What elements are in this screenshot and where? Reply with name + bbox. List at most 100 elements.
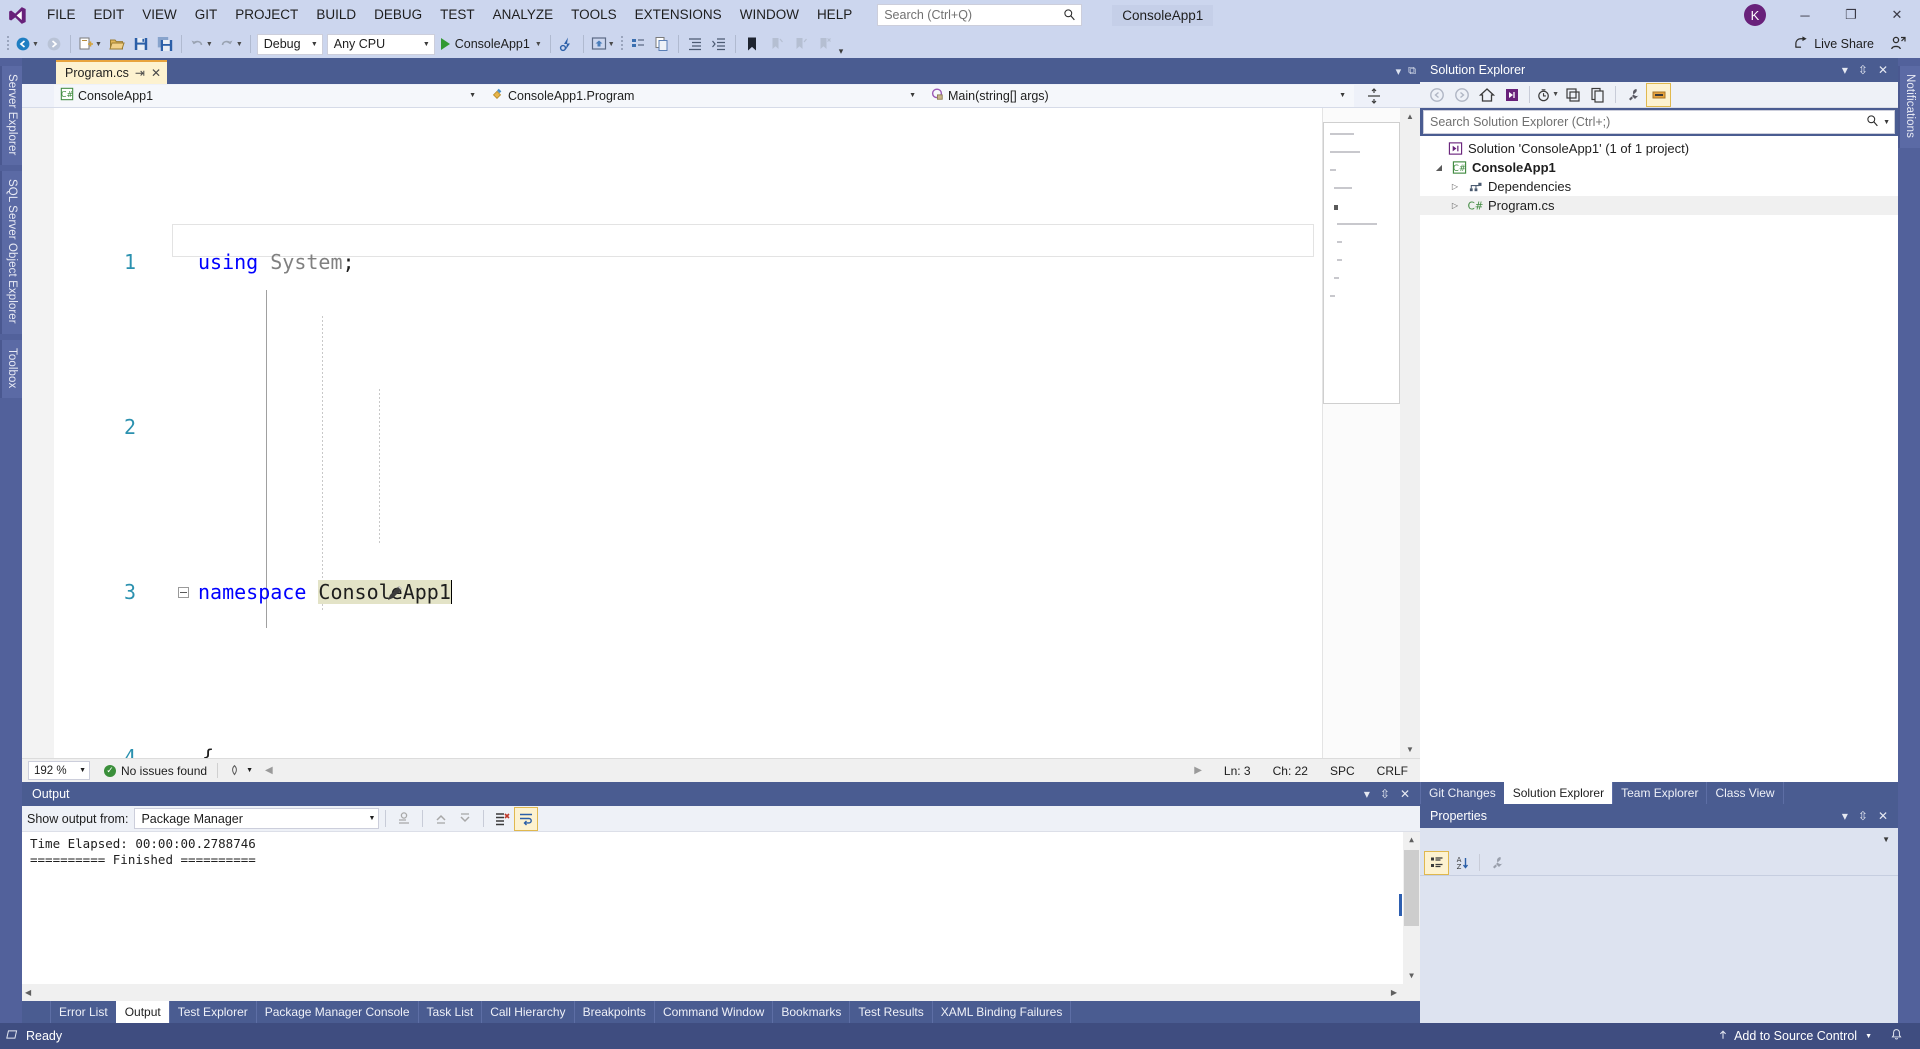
previous-bookmark-button[interactable] xyxy=(765,33,787,55)
menu-build[interactable]: BUILD xyxy=(307,3,365,27)
close-icon[interactable]: ✕ xyxy=(1878,63,1888,77)
toolbar-overflow-button[interactable]: ▾ xyxy=(839,46,844,58)
scroll-left-icon[interactable]: ◀ xyxy=(25,988,31,997)
tree-item-solution[interactable]: Solution 'ConsoleApp1' (1 of 1 project) xyxy=(1420,139,1898,158)
tab-solution-explorer[interactable]: Solution Explorer xyxy=(1503,782,1614,804)
collapse-all-button[interactable] xyxy=(1561,84,1584,106)
property-pages-button[interactable] xyxy=(1486,852,1509,874)
tab-team-explorer[interactable]: Team Explorer xyxy=(1612,782,1708,804)
expander-icon[interactable]: ▷ xyxy=(1448,182,1462,191)
tab-command-window[interactable]: Command Window xyxy=(653,1001,774,1023)
close-icon[interactable]: ✕ xyxy=(151,66,161,80)
solution-explorer-tree[interactable]: Solution 'ConsoleApp1' (1 of 1 project) … xyxy=(1420,136,1898,782)
solution-platform-combo[interactable]: Any CPU ▼ xyxy=(326,33,435,55)
live-share-button[interactable]: Live Share xyxy=(1788,32,1880,56)
close-icon[interactable]: ✕ xyxy=(1878,809,1888,823)
toolbar-grip[interactable] xyxy=(618,35,626,53)
properties-grid[interactable] xyxy=(1420,876,1898,1023)
menu-test[interactable]: TEST xyxy=(431,3,484,27)
split-view-icon[interactable] xyxy=(1354,87,1394,104)
toggle-word-wrap-button[interactable] xyxy=(514,806,539,831)
pin-icon[interactable]: ⇳ xyxy=(1858,809,1868,823)
go-to-next-message-button[interactable] xyxy=(454,808,476,830)
next-bookmark-button[interactable] xyxy=(789,33,811,55)
tab-task-list[interactable]: Task List xyxy=(417,1001,483,1023)
user-avatar[interactable]: K xyxy=(1744,4,1766,26)
issues-indicator[interactable]: ✓ No issues found xyxy=(104,764,207,778)
forward-button[interactable] xyxy=(1450,84,1473,106)
pin-icon[interactable]: ⇥ xyxy=(135,66,145,80)
toggle-bookmark-button[interactable] xyxy=(741,33,763,55)
save-all-button[interactable] xyxy=(154,33,176,55)
menu-git[interactable]: GIT xyxy=(186,3,227,27)
sidebar-tab-server-explorer[interactable]: Server Explorer xyxy=(0,66,22,166)
menu-extensions[interactable]: EXTENSIONS xyxy=(626,3,731,27)
scroll-up-icon[interactable]: ▲ xyxy=(1400,108,1420,125)
sidebar-tab-sql-server-object-explorer[interactable]: SQL Server Object Explorer xyxy=(0,171,22,335)
editor-zoom-combo[interactable]: 192 % ▼ xyxy=(28,761,90,780)
scroll-down-icon[interactable]: ▼ xyxy=(1400,741,1420,758)
code-surface[interactable]: 1 using System; 2 3 namespace ConsoleApp… xyxy=(54,108,1322,758)
pin-icon[interactable]: ⇳ xyxy=(1858,63,1868,77)
open-file-button[interactable] xyxy=(106,33,128,55)
dropdown-icon[interactable]: ▾ xyxy=(1842,809,1848,823)
pending-changes-button[interactable] xyxy=(1500,84,1523,106)
home-button[interactable] xyxy=(1475,84,1498,106)
sync-with-active-document-button[interactable]: ▼ xyxy=(1536,84,1559,106)
tab-call-hierarchy[interactable]: Call Hierarchy xyxy=(481,1001,575,1023)
pin-icon[interactable]: ⇳ xyxy=(1380,787,1390,801)
search-input[interactable] xyxy=(884,8,1064,22)
tree-item-program-cs[interactable]: ▷ C# Program.cs xyxy=(1420,196,1898,215)
undo-button[interactable]: ▼ xyxy=(187,33,215,55)
navbar-project-combo[interactable]: C# ConsoleApp1 ▼ xyxy=(54,84,484,107)
sidebar-tab-toolbox[interactable]: Toolbox xyxy=(0,340,22,399)
clear-bookmarks-button[interactable] xyxy=(813,33,835,55)
properties-button[interactable] xyxy=(1622,84,1645,106)
tree-item-dependencies[interactable]: ▷ Dependencies xyxy=(1420,177,1898,196)
tab-git-changes[interactable]: Git Changes xyxy=(1420,782,1505,804)
dropdown-icon[interactable]: ▾ xyxy=(1842,63,1848,77)
scroll-up-icon[interactable]: ▲ xyxy=(1403,832,1420,848)
tab-package-manager-console[interactable]: Package Manager Console xyxy=(255,1001,419,1023)
solution-search-input[interactable] xyxy=(1430,115,1867,129)
live-visual-tree-button[interactable]: ▼ xyxy=(589,33,617,55)
alphabetical-sort-button[interactable]: AZ xyxy=(1450,852,1473,874)
chevron-down-icon[interactable]: ▾ xyxy=(1396,65,1402,78)
expander-icon[interactable]: ▷ xyxy=(1448,201,1462,210)
maximize-button[interactable]: ❐ xyxy=(1828,0,1874,30)
redo-button[interactable]: ▼ xyxy=(217,33,245,55)
menu-file[interactable]: FILE xyxy=(38,3,85,27)
output-text-area[interactable]: Time Elapsed: 00:00:00.2788746 =========… xyxy=(22,832,1420,984)
comment-selection-button[interactable] xyxy=(651,33,673,55)
dropdown-icon[interactable]: ▾ xyxy=(1364,787,1370,801)
output-horizontal-scrollbar[interactable]: ◀ ▶ xyxy=(22,984,1420,1001)
close-icon[interactable]: ✕ xyxy=(1400,787,1410,801)
tab-bookmarks[interactable]: Bookmarks xyxy=(772,1001,851,1023)
decrease-indent-button[interactable] xyxy=(708,33,730,55)
menu-edit[interactable]: EDIT xyxy=(85,3,134,27)
back-button[interactable] xyxy=(1425,84,1448,106)
solution-explorer-search[interactable]: ▼ xyxy=(1423,110,1895,134)
editor-vertical-scrollbar[interactable]: ▲ ▼ xyxy=(1400,108,1420,758)
menu-view[interactable]: VIEW xyxy=(133,3,186,27)
tree-item-project[interactable]: ◢ C# ConsoleApp1 xyxy=(1420,158,1898,177)
scroll-right-icon[interactable]: ▶ xyxy=(1391,988,1397,997)
tab-breakpoints[interactable]: Breakpoints xyxy=(573,1001,655,1023)
minimap-viewport[interactable] xyxy=(1323,122,1400,404)
menu-help[interactable]: HELP xyxy=(808,3,861,27)
increase-indent-button[interactable] xyxy=(684,33,706,55)
output-vertical-scrollbar[interactable]: ▲ ▼ xyxy=(1403,832,1420,984)
save-button[interactable] xyxy=(130,33,152,55)
chevron-down-icon[interactable]: ▼ xyxy=(1879,119,1890,126)
go-to-previous-message-button[interactable] xyxy=(430,808,452,830)
navbar-type-combo[interactable]: ConsoleApp1.Program ▼ xyxy=(484,84,924,107)
scroll-down-icon[interactable]: ▼ xyxy=(1403,968,1420,984)
quick-actions-icon[interactable] xyxy=(144,547,405,646)
navigate-forward-button[interactable] xyxy=(43,33,65,55)
menu-debug[interactable]: DEBUG xyxy=(365,3,431,27)
intellicode-indicator[interactable]: ▼ xyxy=(228,764,253,777)
tab-test-explorer[interactable]: Test Explorer xyxy=(168,1001,257,1023)
output-source-combo[interactable]: Package Manager ▼ xyxy=(134,808,380,829)
menu-tools[interactable]: TOOLS xyxy=(562,3,626,27)
scroll-thumb[interactable] xyxy=(1404,850,1419,926)
